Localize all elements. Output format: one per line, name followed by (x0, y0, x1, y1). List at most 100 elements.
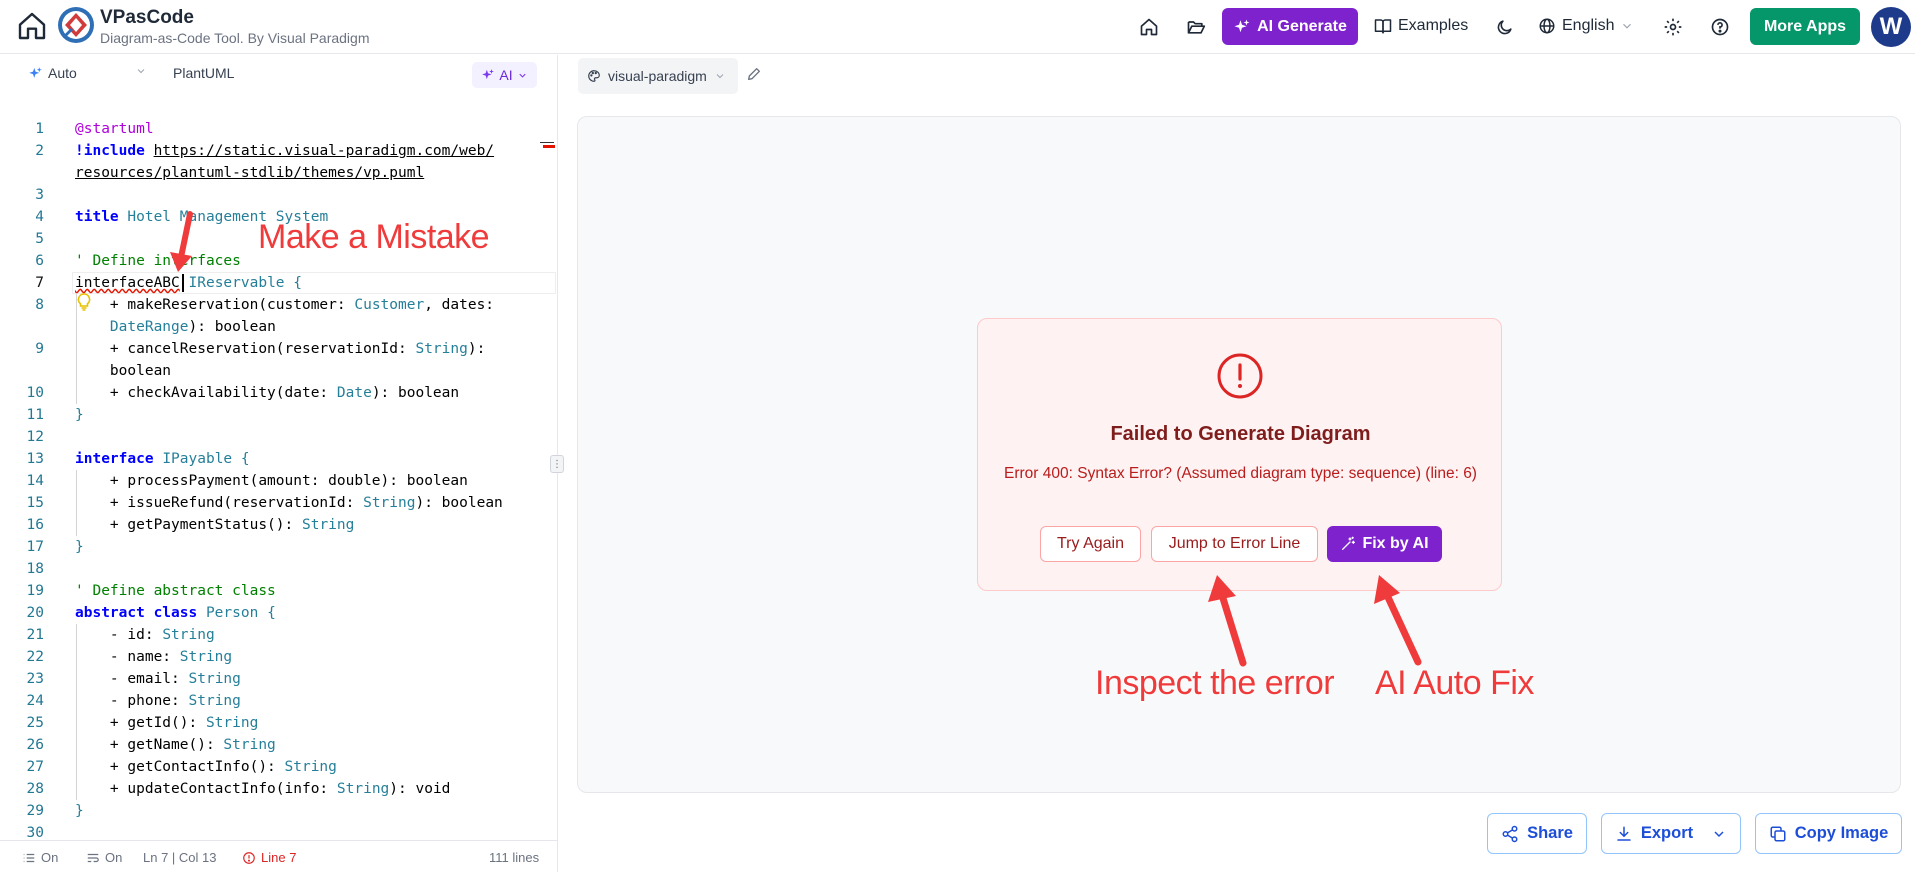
code-line[interactable]: 1 @startuml (0, 118, 557, 140)
folder-open-icon[interactable] (1180, 11, 1212, 43)
theme-selector[interactable]: visual-paradigm (578, 58, 738, 94)
code-line[interactable]: 17} (0, 536, 557, 558)
code-line[interactable]: resources/plantuml-stdlib/themes/vp.puml (0, 162, 557, 184)
code-text: ' Define interfaces (75, 250, 241, 272)
line-number: 18 (26, 561, 44, 577)
code-token: } (75, 407, 84, 423)
home-icon[interactable] (14, 8, 50, 44)
error-ruler-mark (543, 145, 555, 148)
code-token: String (162, 627, 215, 643)
chevron-down-icon (1714, 830, 1724, 837)
line-number: 4 (35, 209, 44, 225)
chevron-down-icon (716, 74, 724, 79)
overview-ruler-mark (540, 142, 554, 143)
error-panel: Failed to Generate Diagram Error 400: Sy… (977, 318, 1502, 591)
error-line-label: Line 7 (261, 850, 297, 865)
code-token: + checkAvailability(date: (75, 385, 337, 401)
code-line[interactable]: 29} (0, 800, 557, 822)
code-line[interactable]: 27 + getContactInfo(): String (0, 756, 557, 778)
code-text: !include https://static.visual-paradigm.… (75, 140, 494, 162)
code-token: - id: (75, 627, 163, 643)
code-line[interactable]: 16 + getPaymentStatus(): String (0, 514, 557, 536)
syntax-label[interactable]: PlantUML (173, 65, 234, 81)
moon-icon[interactable] (1488, 11, 1520, 43)
sparkles-icon (482, 69, 495, 80)
code-line[interactable]: 20 abstract class Person { (0, 602, 557, 624)
examples-link[interactable]: Examples (1374, 10, 1468, 42)
error-line-link[interactable]: Line 7 (242, 850, 296, 865)
try-again-button[interactable]: Try Again (1040, 526, 1141, 562)
code-token: Date (336, 385, 372, 401)
code-text: boolean (75, 360, 171, 382)
code-line[interactable]: 19 ' Define abstract class (0, 580, 557, 602)
ai-assist-label: AI (499, 67, 513, 83)
code-line[interactable]: 23 - email: String (0, 668, 557, 690)
code-line[interactable]: 22 - name: String (0, 646, 557, 668)
code-line[interactable]: DateRange): boolean (0, 316, 557, 338)
code-token: { (267, 605, 276, 621)
code-token: + processPayment(amount: double): boolea… (75, 473, 468, 489)
code-line[interactable]: 11} (0, 404, 557, 426)
export-label: Export (1640, 824, 1694, 842)
code-text: + getContactInfo(): String (75, 756, 337, 778)
lightbulb-icon[interactable] (77, 293, 91, 315)
code-text: - email: String (75, 668, 241, 690)
home-nav-icon[interactable] (1133, 11, 1165, 43)
code-token: String (188, 693, 241, 709)
code-line[interactable]: 30 (0, 822, 557, 838)
pencil-icon[interactable] (746, 66, 762, 87)
code-text: DateRange): boolean (75, 316, 276, 338)
code-line[interactable]: 13 interface IPayable { (0, 448, 557, 470)
word-wrap-toggle[interactable]: On (22, 850, 58, 865)
book-open-icon (1374, 19, 1392, 34)
avatar[interactable]: W (1871, 7, 1911, 47)
more-apps-button[interactable]: More Apps (1750, 8, 1860, 45)
code-text: interfaceABC IReservable { (75, 272, 302, 294)
code-token: String (179, 649, 233, 665)
code-line[interactable]: boolean (0, 360, 557, 382)
code-text: + makeReservation(customer: Customer, da… (75, 294, 494, 316)
mode-selector[interactable]: Auto (28, 65, 77, 81)
gear-icon[interactable] (1657, 11, 1689, 43)
mode-chevron-down-icon[interactable] (135, 65, 147, 77)
help-icon[interactable] (1704, 11, 1736, 43)
line-number: 29 (26, 803, 44, 819)
code-line[interactable]: 7 interfaceABC IReservable { (0, 272, 557, 294)
line-number: 20 (26, 605, 44, 621)
code-line[interactable]: 14 + processPayment(amount: double): boo… (0, 470, 557, 492)
language-selector[interactable]: English (1538, 10, 1634, 42)
code-token: Person (205, 605, 259, 621)
code-line[interactable]: 9 + cancelReservation(reservationId: Str… (0, 338, 557, 360)
code-line[interactable]: 12 (0, 426, 557, 448)
code-line[interactable]: 18 (0, 558, 557, 580)
code-line[interactable]: 24 - phone: String (0, 690, 557, 712)
code-line[interactable]: 28 + updateContactInfo(info: String): vo… (0, 778, 557, 800)
code-line[interactable]: 21 - id: String (0, 624, 557, 646)
code-line[interactable]: 26 + getName(): String (0, 734, 557, 756)
code-line[interactable]: 10 + checkAvailability(date: Date): bool… (0, 382, 557, 404)
code-token: { (293, 275, 302, 291)
line-number: 30 (26, 825, 44, 838)
jump-to-error-line-button[interactable]: Jump to Error Line (1151, 526, 1318, 562)
export-button[interactable]: Export (1601, 813, 1741, 854)
code-text: abstract class Person { (75, 602, 276, 624)
code-line[interactable]: 2 !include https://static.visual-paradigm… (0, 140, 557, 162)
code-line[interactable]: 15 + issueRefund(reservationId: String):… (0, 492, 557, 514)
editor-statusbar: On On Ln 7 | Col 13 Line 7 111 lines (0, 840, 557, 872)
drag-handle-icon[interactable]: ⋮ (550, 455, 564, 473)
code-token: String (336, 781, 390, 797)
format-toggle[interactable]: On (86, 850, 122, 865)
copy-image-label: Copy Image (1794, 824, 1889, 842)
copy-image-button[interactable]: Copy Image (1755, 813, 1902, 854)
code-text: + getName(): String (75, 734, 276, 756)
code-line[interactable]: 25 + getId(): String (0, 712, 557, 734)
ai-assist-button[interactable]: AI (472, 62, 537, 88)
code-line[interactable]: 3 (0, 184, 557, 206)
sparkles-icon (1234, 19, 1250, 32)
ai-generate-button[interactable]: AI Generate (1222, 8, 1358, 45)
code-token: ): boolean (371, 385, 460, 401)
share-button[interactable]: Share (1487, 813, 1587, 854)
fix-by-ai-button[interactable]: Fix by AI (1327, 526, 1442, 562)
code-token: , dates: (424, 297, 495, 313)
